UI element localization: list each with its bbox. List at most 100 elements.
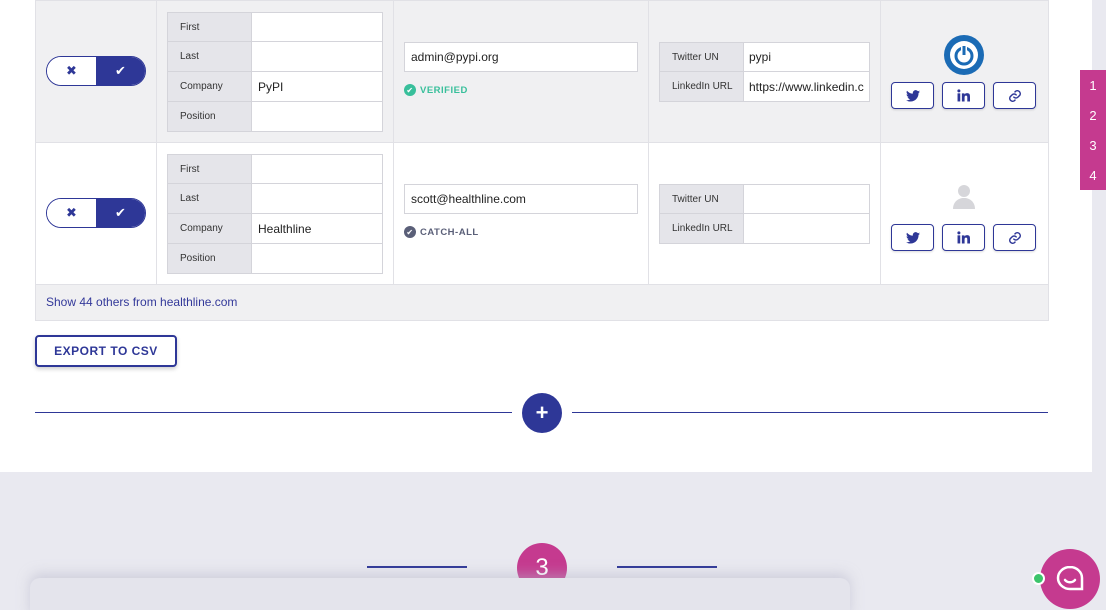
twitter-label: Twitter UN bbox=[660, 185, 744, 213]
position-row: Position bbox=[167, 244, 383, 274]
first-name-row: First bbox=[167, 154, 383, 184]
linkedin-label: LinkedIn URL bbox=[660, 72, 744, 101]
linkedin-field[interactable] bbox=[744, 214, 869, 243]
linkedin-row: LinkedIn URL https://www.linkedin.c bbox=[659, 72, 870, 102]
social-cell: Twitter UN pypi LinkedIn URL https://www… bbox=[648, 0, 881, 143]
twitter-icon bbox=[905, 89, 920, 102]
company-row: Company PyPI bbox=[167, 72, 383, 102]
show-others-link[interactable]: Show 44 others from healthline.com bbox=[46, 295, 237, 309]
actions bbox=[881, 1, 1048, 142]
toggle-cell: ✖ ✔ bbox=[35, 0, 157, 143]
accept-button[interactable]: ✔ bbox=[96, 57, 145, 85]
action-buttons bbox=[891, 82, 1036, 109]
status-badge: ✔ CATCH-ALL bbox=[404, 226, 648, 238]
check-icon: ✔ bbox=[115, 205, 126, 220]
export-csv-button[interactable]: EXPORT TO CSV bbox=[35, 335, 177, 367]
twitter-row: Twitter UN pypi bbox=[659, 42, 870, 72]
table-footer: Show 44 others from healthline.com bbox=[35, 284, 1049, 321]
link-icon bbox=[1008, 231, 1021, 244]
status-label: VERIFIED bbox=[420, 84, 468, 96]
position-row: Position bbox=[167, 102, 383, 132]
actions-cell bbox=[880, 142, 1049, 285]
last-name-field[interactable] bbox=[252, 184, 382, 213]
check-circle-icon: ✔ bbox=[404, 226, 416, 238]
page-link-3[interactable]: 3 bbox=[1080, 130, 1106, 160]
page-link-2[interactable]: 2 bbox=[1080, 100, 1106, 130]
page-link-1[interactable]: 1 bbox=[1080, 70, 1106, 100]
company-row: Company Healthline bbox=[167, 214, 383, 244]
company-logo bbox=[944, 35, 984, 75]
twitter-icon bbox=[905, 231, 920, 244]
first-name-label: First bbox=[168, 13, 252, 41]
last-name-label: Last bbox=[168, 184, 252, 213]
twitter-row: Twitter UN bbox=[659, 184, 870, 214]
link-button[interactable] bbox=[993, 224, 1036, 251]
approve-toggle[interactable]: ✖ ✔ bbox=[46, 198, 146, 228]
add-button[interactable]: + bbox=[522, 393, 562, 433]
name-fields: First Last Company Healthline Position bbox=[167, 154, 383, 274]
name-fields: First Last Company PyPI Position bbox=[167, 12, 383, 132]
show-others-cell: Show 44 others from healthline.com bbox=[35, 284, 1049, 321]
social-fields: Twitter UN LinkedIn URL bbox=[659, 184, 870, 244]
first-name-row: First bbox=[167, 12, 383, 42]
divider-right bbox=[572, 412, 1048, 413]
link-button[interactable] bbox=[993, 82, 1036, 109]
social-cell: Twitter UN LinkedIn URL bbox=[648, 142, 881, 285]
next-section-card bbox=[30, 578, 850, 610]
close-icon: ✖ bbox=[66, 205, 77, 220]
results-card: ✖ ✔ First Last Company PyPI Position adm… bbox=[0, 0, 1092, 472]
email-cell: admin@pypi.org ✔ VERIFIED bbox=[393, 0, 649, 143]
name-fields-cell: First Last Company PyPI Position bbox=[156, 0, 394, 143]
linkedin-icon bbox=[957, 89, 970, 102]
twitter-field[interactable] bbox=[744, 185, 869, 213]
position-field[interactable] bbox=[252, 102, 382, 131]
power-icon bbox=[950, 41, 978, 69]
last-name-row: Last bbox=[167, 42, 383, 72]
status-badge: ✔ VERIFIED bbox=[404, 84, 648, 96]
twitter-field[interactable]: pypi bbox=[744, 43, 869, 71]
company-field[interactable]: PyPI bbox=[252, 72, 382, 101]
company-label: Company bbox=[168, 72, 252, 101]
step-line-left bbox=[367, 566, 467, 568]
social-fields: Twitter UN pypi LinkedIn URL https://www… bbox=[659, 42, 870, 102]
first-name-label: First bbox=[168, 155, 252, 183]
company-label: Company bbox=[168, 214, 252, 243]
email-field[interactable]: scott@healthline.com bbox=[404, 184, 638, 214]
email-field[interactable]: admin@pypi.org bbox=[404, 42, 638, 72]
action-buttons bbox=[891, 224, 1036, 251]
page-link-4[interactable]: 4 bbox=[1080, 160, 1106, 190]
check-icon: ✔ bbox=[115, 63, 126, 78]
avatar-placeholder-icon bbox=[953, 185, 975, 209]
twitter-button[interactable] bbox=[891, 224, 934, 251]
twitter-label: Twitter UN bbox=[660, 43, 744, 71]
toggle-cell: ✖ ✔ bbox=[35, 142, 157, 285]
chat-button[interactable] bbox=[1040, 549, 1100, 609]
first-name-field[interactable] bbox=[252, 155, 382, 183]
linkedin-button[interactable] bbox=[942, 82, 985, 109]
reject-button[interactable]: ✖ bbox=[47, 199, 96, 227]
linkedin-field[interactable]: https://www.linkedin.c bbox=[744, 72, 869, 101]
twitter-button[interactable] bbox=[891, 82, 934, 109]
results-table: ✖ ✔ First Last Company PyPI Position adm… bbox=[35, 0, 1049, 321]
company-field[interactable]: Healthline bbox=[252, 214, 382, 243]
actions bbox=[881, 143, 1048, 284]
last-name-label: Last bbox=[168, 42, 252, 71]
first-name-field[interactable] bbox=[252, 13, 382, 41]
reject-button[interactable]: ✖ bbox=[47, 57, 96, 85]
actions-cell bbox=[880, 0, 1049, 143]
last-name-field[interactable] bbox=[252, 42, 382, 71]
table-row: ✖ ✔ First Last Company PyPI Position adm… bbox=[35, 0, 1049, 143]
approve-toggle[interactable]: ✖ ✔ bbox=[46, 56, 146, 86]
page-nav: 1 2 3 4 bbox=[1080, 70, 1106, 190]
link-icon bbox=[1008, 89, 1021, 102]
linkedin-row: LinkedIn URL bbox=[659, 214, 870, 244]
accept-button[interactable]: ✔ bbox=[96, 199, 145, 227]
linkedin-button[interactable] bbox=[942, 224, 985, 251]
chat-icon bbox=[1056, 565, 1084, 591]
position-label: Position bbox=[168, 244, 252, 273]
linkedin-icon bbox=[957, 231, 970, 244]
divider-left bbox=[35, 412, 512, 413]
last-name-row: Last bbox=[167, 184, 383, 214]
position-field[interactable] bbox=[252, 244, 382, 273]
close-icon: ✖ bbox=[66, 63, 77, 78]
